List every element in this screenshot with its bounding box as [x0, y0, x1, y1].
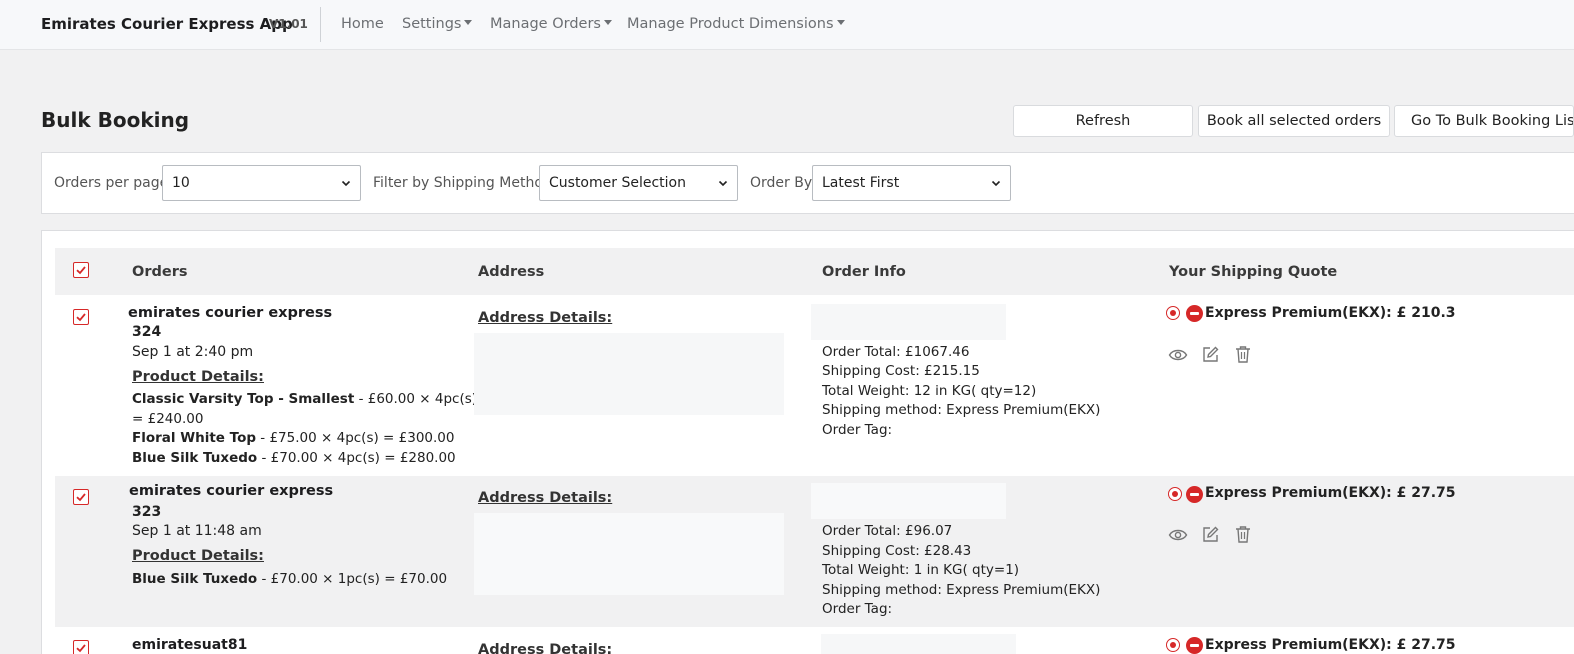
product-name: Blue Silk Tuxedo — [132, 571, 258, 587]
shipping-method-filter-label: Filter by Shipping Method — [373, 175, 552, 191]
carrier-logo-icon — [1186, 305, 1203, 322]
check-icon — [76, 313, 86, 322]
caret-down-icon — [603, 19, 612, 25]
nav-manage-orders-label: Manage Orders — [490, 16, 601, 32]
product-details-label: Product Details: — [132, 369, 264, 385]
order-by-label: Order By — [750, 175, 813, 191]
order-info-box — [821, 634, 1016, 654]
shipping-method: Shipping method: Express Premium(EKX) — [822, 402, 1101, 418]
edit-icon[interactable] — [1201, 525, 1220, 544]
product-line: Classic Varsity Top - Smallest - £60.00 … — [132, 391, 477, 407]
table-header — [55, 248, 1574, 295]
shipping-method-value: Customer Selection — [549, 175, 686, 191]
shipping-method: Shipping method: Express Premium(EKX) — [822, 582, 1101, 598]
row-checkbox[interactable] — [73, 309, 89, 325]
select-all-checkbox[interactable] — [73, 262, 89, 278]
product-line: Floral White Top - £75.00 × 4pc(s) = £30… — [132, 430, 454, 446]
order-number[interactable]: 323 — [132, 504, 161, 520]
product-price: - £60.00 × 4pc(s) — [354, 391, 478, 407]
header-orders: Orders — [132, 264, 188, 280]
order-by-select[interactable]: Latest First — [812, 165, 1011, 201]
row-checkbox[interactable] — [73, 640, 89, 654]
nav-home-label: Home — [341, 16, 384, 32]
shipping-quote: Express Premium(EKX): £ 210.3 — [1205, 305, 1456, 321]
row-checkbox[interactable] — [73, 489, 89, 505]
store-name: emirates courier express — [128, 305, 333, 321]
product-price: - £70.00 × 4pc(s) = £280.00 — [257, 450, 456, 466]
order-tag: Order Tag: — [822, 422, 893, 438]
go-to-bulk-booking-list-button[interactable]: Go To Bulk Booking List — [1394, 105, 1574, 137]
header-address: Address — [478, 264, 545, 280]
nav-manage-product-dimensions-label: Manage Product Dimensions — [627, 16, 834, 32]
check-icon — [76, 266, 86, 275]
chevron-down-icon — [718, 180, 728, 187]
refresh-button[interactable]: Refresh — [1013, 105, 1193, 137]
carrier-logo-icon — [1186, 486, 1203, 503]
caret-down-icon — [836, 19, 845, 25]
address-details-label: Address Details: — [478, 642, 613, 654]
order-tag: Order Tag: — [822, 601, 893, 617]
product-name: Classic Varsity Top - Smallest — [132, 391, 355, 407]
shipping-cost: Shipping Cost: £215.15 — [822, 363, 980, 379]
eye-icon[interactable] — [1168, 526, 1188, 544]
check-icon — [76, 644, 86, 653]
product-price: - £70.00 × 1pc(s) = £70.00 — [257, 571, 448, 587]
nav-manage-product-dimensions[interactable]: Manage Product Dimensions — [627, 16, 845, 32]
trash-icon[interactable] — [1234, 345, 1252, 364]
product-line: Blue Silk Tuxedo - £70.00 × 4pc(s) = £28… — [132, 450, 456, 466]
carrier-logo-icon — [1186, 637, 1203, 654]
page-title: Bulk Booking — [41, 108, 190, 132]
quote-radio[interactable] — [1168, 487, 1182, 501]
nav-home[interactable]: Home — [341, 16, 384, 32]
product-line: Blue Silk Tuxedo - £70.00 × 1pc(s) = £70… — [132, 571, 447, 587]
nav-manage-orders[interactable]: Manage Orders — [490, 16, 612, 32]
quote-radio[interactable] — [1166, 638, 1180, 652]
shipping-cost: Shipping Cost: £28.43 — [822, 543, 972, 559]
product-total: = £240.00 — [132, 411, 204, 427]
address-details-label: Address Details: — [478, 310, 613, 326]
shipping-method-select[interactable]: Customer Selection — [539, 165, 738, 201]
orders-per-page-select[interactable]: 10 — [162, 165, 361, 201]
total-weight: Total Weight: 1 in KG( qty=1) — [822, 562, 1020, 578]
order-total: Order Total: £96.07 — [822, 523, 953, 539]
app-version: V1.01 — [269, 17, 308, 31]
orders-per-page-label: Orders per page — [54, 175, 169, 191]
order-total: Order Total: £1067.46 — [822, 344, 970, 360]
order-info-box — [811, 483, 1006, 519]
store-name: emiratesuat81 — [132, 637, 248, 653]
header-order-info: Order Info — [822, 264, 906, 280]
nav-divider — [320, 7, 321, 42]
nav-settings-label: Settings — [402, 16, 462, 32]
check-icon — [76, 493, 86, 502]
product-name: Blue Silk Tuxedo — [132, 450, 258, 466]
store-name: emirates courier express — [129, 483, 334, 499]
book-all-selected-button[interactable]: Book all selected orders — [1198, 105, 1390, 137]
order-date: Sep 1 at 11:48 am — [132, 523, 262, 539]
order-date: Sep 1 at 2:40 pm — [132, 344, 254, 360]
shipping-quote: Express Premium(EKX): £ 27.75 — [1205, 637, 1456, 653]
product-price: - £75.00 × 4pc(s) = £300.00 — [256, 430, 455, 446]
product-name: Floral White Top — [132, 430, 257, 446]
orders-per-page-value: 10 — [172, 175, 190, 191]
shipping-quote: Express Premium(EKX): £ 27.75 — [1205, 485, 1456, 501]
order-number[interactable]: 324 — [132, 324, 161, 340]
address-box — [474, 513, 784, 595]
order-by-value: Latest First — [822, 175, 900, 191]
edit-icon[interactable] — [1201, 345, 1220, 364]
order-info-box — [811, 304, 1006, 340]
eye-icon[interactable] — [1168, 346, 1188, 364]
header-shipping-quote: Your Shipping Quote — [1169, 264, 1338, 280]
product-details-label: Product Details: — [132, 548, 264, 564]
trash-icon[interactable] — [1234, 525, 1252, 544]
total-weight: Total Weight: 12 in KG( qty=12) — [822, 383, 1037, 399]
chevron-down-icon — [991, 180, 1001, 187]
quote-radio[interactable] — [1166, 306, 1180, 320]
app-brand[interactable]: Emirates Courier Express App — [41, 15, 293, 33]
chevron-down-icon — [341, 180, 351, 187]
address-details-label: Address Details: — [478, 490, 613, 506]
caret-down-icon — [464, 19, 473, 25]
address-box — [474, 333, 784, 415]
nav-settings[interactable]: Settings — [402, 16, 473, 32]
